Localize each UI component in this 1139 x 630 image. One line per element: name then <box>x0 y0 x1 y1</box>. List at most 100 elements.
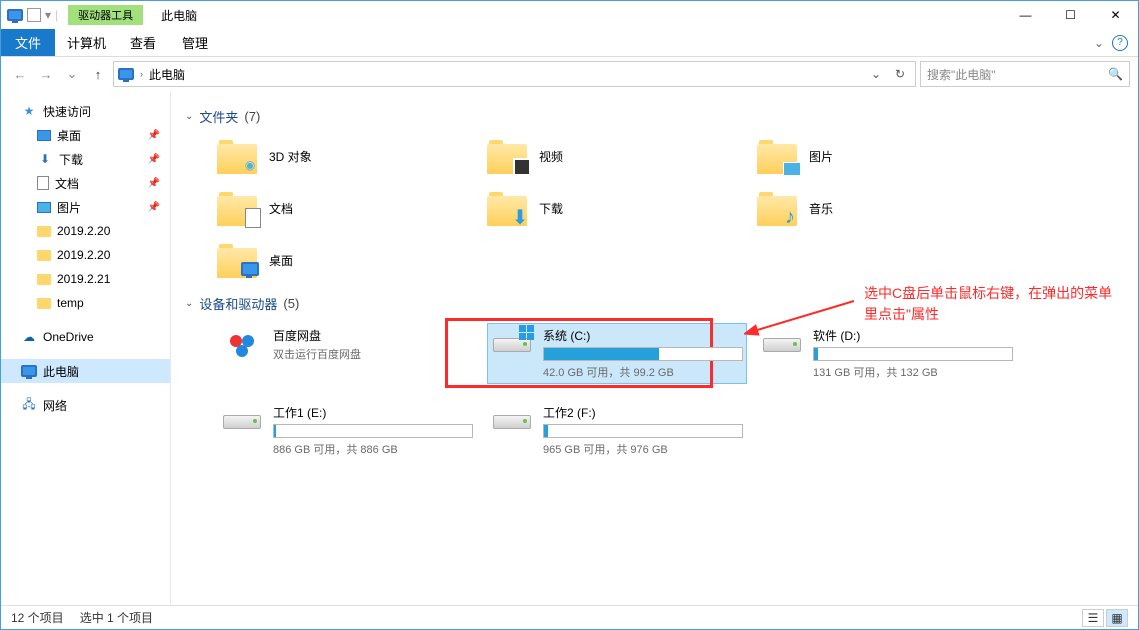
details-view-button[interactable]: ☰ <box>1082 609 1104 627</box>
qat-sep: | <box>55 8 58 22</box>
folder-pictures[interactable]: 图片 <box>757 136 1017 176</box>
group-folders-header[interactable]: ⌄ 文件夹 (7) <box>185 107 1124 126</box>
status-item-count: 12 个项目 <box>11 609 64 626</box>
drive-baidu[interactable]: 百度网盘 双击运行百度网盘 <box>217 323 477 384</box>
sidebar-label: 图片 <box>57 199 81 216</box>
drive-usage-bar <box>273 424 473 438</box>
view-tab[interactable]: 查看 <box>118 29 168 56</box>
search-input[interactable]: 搜索"此电脑" 🔍 <box>920 61 1130 87</box>
search-icon[interactable]: 🔍 <box>1108 67 1123 81</box>
ribbon-expand-icon[interactable]: ⌄ <box>1094 36 1104 50</box>
drive-f[interactable]: 工作2 (F:) 965 GB 可用，共 976 GB <box>487 400 747 461</box>
drive-e[interactable]: 工作1 (E:) 886 GB 可用，共 886 GB <box>217 400 477 461</box>
address-bar[interactable]: › 此电脑 ⌄ ↻ <box>113 61 916 87</box>
minimize-button[interactable]: — <box>1003 1 1048 29</box>
folder-documents[interactable]: 文档 <box>217 188 477 228</box>
qat-btn[interactable] <box>27 8 41 22</box>
drive-name: 工作1 (E:) <box>273 404 473 421</box>
sidebar-label: 2019.2.20 <box>57 224 110 238</box>
sidebar-item-folder[interactable]: temp <box>1 291 170 315</box>
sidebar-item-desktop[interactable]: 桌面 📌 <box>1 123 170 147</box>
icons-view-button[interactable]: ▦ <box>1106 609 1128 627</box>
address-dropdown[interactable]: ⌄ <box>865 63 887 85</box>
folder-icon: ♪ <box>757 190 799 226</box>
folder-label: 图片 <box>809 148 833 165</box>
group-label: 设备和驱动器 <box>199 294 277 313</box>
sidebar-item-folder[interactable]: 2019.2.20 <box>1 219 170 243</box>
folder-videos[interactable]: 视频 <box>487 136 747 176</box>
refresh-button[interactable]: ↻ <box>889 63 911 85</box>
folder-icon <box>487 138 529 174</box>
group-count: (5) <box>283 296 299 311</box>
sidebar-thispc[interactable]: 此电脑 <box>1 359 170 383</box>
folder-icon <box>37 298 51 309</box>
drive-icon <box>491 327 533 363</box>
drive-space: 965 GB 可用，共 976 GB <box>543 441 743 457</box>
recent-dropdown[interactable]: ⌄ <box>61 63 83 85</box>
status-selection: 选中 1 个项目 <box>80 609 153 626</box>
search-placeholder: 搜索"此电脑" <box>927 66 996 83</box>
forward-button[interactable]: → <box>35 63 57 85</box>
drive-sub: 双击运行百度网盘 <box>273 346 473 362</box>
drive-icon <box>491 404 533 440</box>
folder-icon: ◉ <box>217 138 259 174</box>
help-icon[interactable]: ? <box>1112 35 1128 51</box>
folder-label: 3D 对象 <box>269 148 312 165</box>
sidebar: ★ 快速访问 桌面 📌 ⬇ 下载 📌 文档 📌 图片 📌 2019.2.20 <box>1 91 171 605</box>
drive-c[interactable]: 系统 (C:) 42.0 GB 可用，共 99.2 GB <box>487 323 747 384</box>
sidebar-onedrive[interactable]: ☁ OneDrive <box>1 325 170 349</box>
pin-icon: 📌 <box>148 202 160 213</box>
maximize-button[interactable]: ☐ <box>1048 1 1093 29</box>
sidebar-label: 文档 <box>55 175 79 192</box>
folder-label: 视频 <box>539 148 563 165</box>
sidebar-label: 2019.2.21 <box>57 272 110 286</box>
sidebar-network[interactable]: 🖧 网络 <box>1 393 170 417</box>
drive-name: 工作2 (F:) <box>543 404 743 421</box>
network-icon: 🖧 <box>21 397 37 413</box>
folder-3d-objects[interactable]: ◉ 3D 对象 <box>217 136 477 176</box>
group-label: 文件夹 <box>199 107 238 126</box>
back-button[interactable]: ← <box>9 63 31 85</box>
chevron-right-icon[interactable]: › <box>140 69 143 79</box>
annotation-text: 选中C盘后单击鼠标右键，在弹出的菜单里点击"属性 <box>864 283 1124 325</box>
folder-label: 文档 <box>269 200 293 217</box>
window-title: 此电脑 <box>161 7 197 24</box>
sidebar-item-pictures[interactable]: 图片 📌 <box>1 195 170 219</box>
file-tab[interactable]: 文件 <box>1 29 55 56</box>
sidebar-item-folder[interactable]: 2019.2.21 <box>1 267 170 291</box>
computer-tab[interactable]: 计算机 <box>55 29 118 56</box>
folder-icon <box>217 242 259 278</box>
sidebar-item-folder[interactable]: 2019.2.20 <box>1 243 170 267</box>
picture-icon <box>37 202 51 213</box>
drive-name: 软件 (D:) <box>813 327 1013 344</box>
folder-icon <box>37 274 51 285</box>
sidebar-label: OneDrive <box>43 330 94 344</box>
star-icon: ★ <box>21 103 37 119</box>
context-tab-label: 驱动器工具 <box>68 5 143 25</box>
drive-space: 42.0 GB 可用，共 99.2 GB <box>543 364 743 380</box>
close-button[interactable]: ✕ <box>1093 1 1138 29</box>
folder-label: 音乐 <box>809 200 833 217</box>
folder-desktop[interactable]: 桌面 <box>217 240 477 280</box>
folder-label: 下载 <box>539 200 563 217</box>
drive-d[interactable]: 软件 (D:) 131 GB 可用，共 132 GB <box>757 323 1017 384</box>
sidebar-quick-access[interactable]: ★ 快速访问 <box>1 99 170 123</box>
folder-icon <box>757 138 799 174</box>
pin-icon: 📌 <box>148 178 160 189</box>
sidebar-item-downloads[interactable]: ⬇ 下载 📌 <box>1 147 170 171</box>
navbar: ← → ⌄ ↑ › 此电脑 ⌄ ↻ 搜索"此电脑" 🔍 <box>1 57 1138 91</box>
drive-icon <box>761 327 803 363</box>
chevron-down-icon: ⌄ <box>185 111 193 122</box>
breadcrumb-root[interactable]: 此电脑 <box>149 66 185 83</box>
drive-usage-bar <box>813 347 1013 361</box>
pin-icon: 📌 <box>148 154 160 165</box>
sidebar-label: 桌面 <box>57 127 81 144</box>
manage-tab[interactable]: 管理 <box>168 29 222 56</box>
folder-downloads[interactable]: ⬇ 下载 <box>487 188 747 228</box>
sidebar-label: 下载 <box>59 151 83 168</box>
folder-music[interactable]: ♪ 音乐 <box>757 188 1017 228</box>
up-button[interactable]: ↑ <box>87 63 109 85</box>
sidebar-item-documents[interactable]: 文档 📌 <box>1 171 170 195</box>
qat-btn[interactable]: ▾ <box>45 8 51 22</box>
pin-icon: 📌 <box>148 130 160 141</box>
